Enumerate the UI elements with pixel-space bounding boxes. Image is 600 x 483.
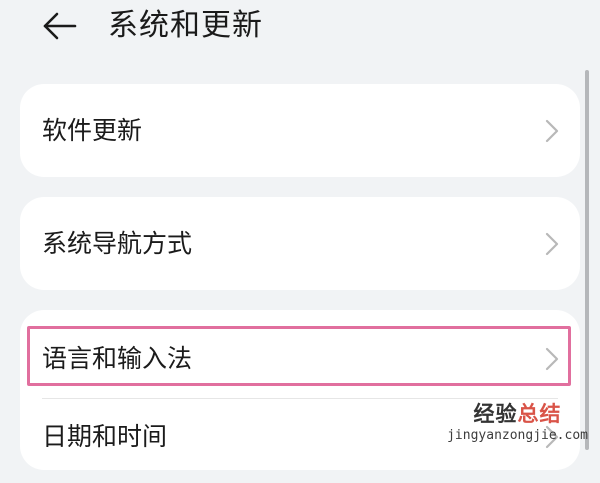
chevron-right-icon (545, 232, 559, 256)
watermark-url: jingyanzongjie.com (447, 428, 588, 443)
card-language-date: 语言和输入法 日期和时间 (20, 310, 580, 470)
watermark-title: 经验总结 (447, 404, 588, 425)
chevron-right-icon (545, 347, 559, 371)
row-label: 日期和时间 (42, 422, 168, 451)
card-software-update: 软件更新 (20, 84, 580, 177)
row-software-update[interactable]: 软件更新 (20, 84, 580, 177)
chevron-right-icon (545, 119, 559, 143)
back-arrow-icon (43, 12, 77, 40)
row-label: 软件更新 (42, 116, 143, 145)
watermark-title-part1: 经验 (473, 402, 518, 426)
scrollbar[interactable] (585, 70, 589, 450)
row-system-navigation[interactable]: 系统导航方式 (20, 197, 580, 290)
back-button[interactable] (32, 4, 88, 48)
card-system-navigation: 系统导航方式 (20, 197, 580, 290)
app-header: 系统和更新 (0, 0, 600, 64)
page-title: 系统和更新 (108, 8, 263, 43)
row-label: 系统导航方式 (42, 229, 193, 258)
watermark: 经验总结 jingyanzongjie.com (447, 404, 588, 443)
watermark-title-part2: 总结 (517, 402, 562, 426)
